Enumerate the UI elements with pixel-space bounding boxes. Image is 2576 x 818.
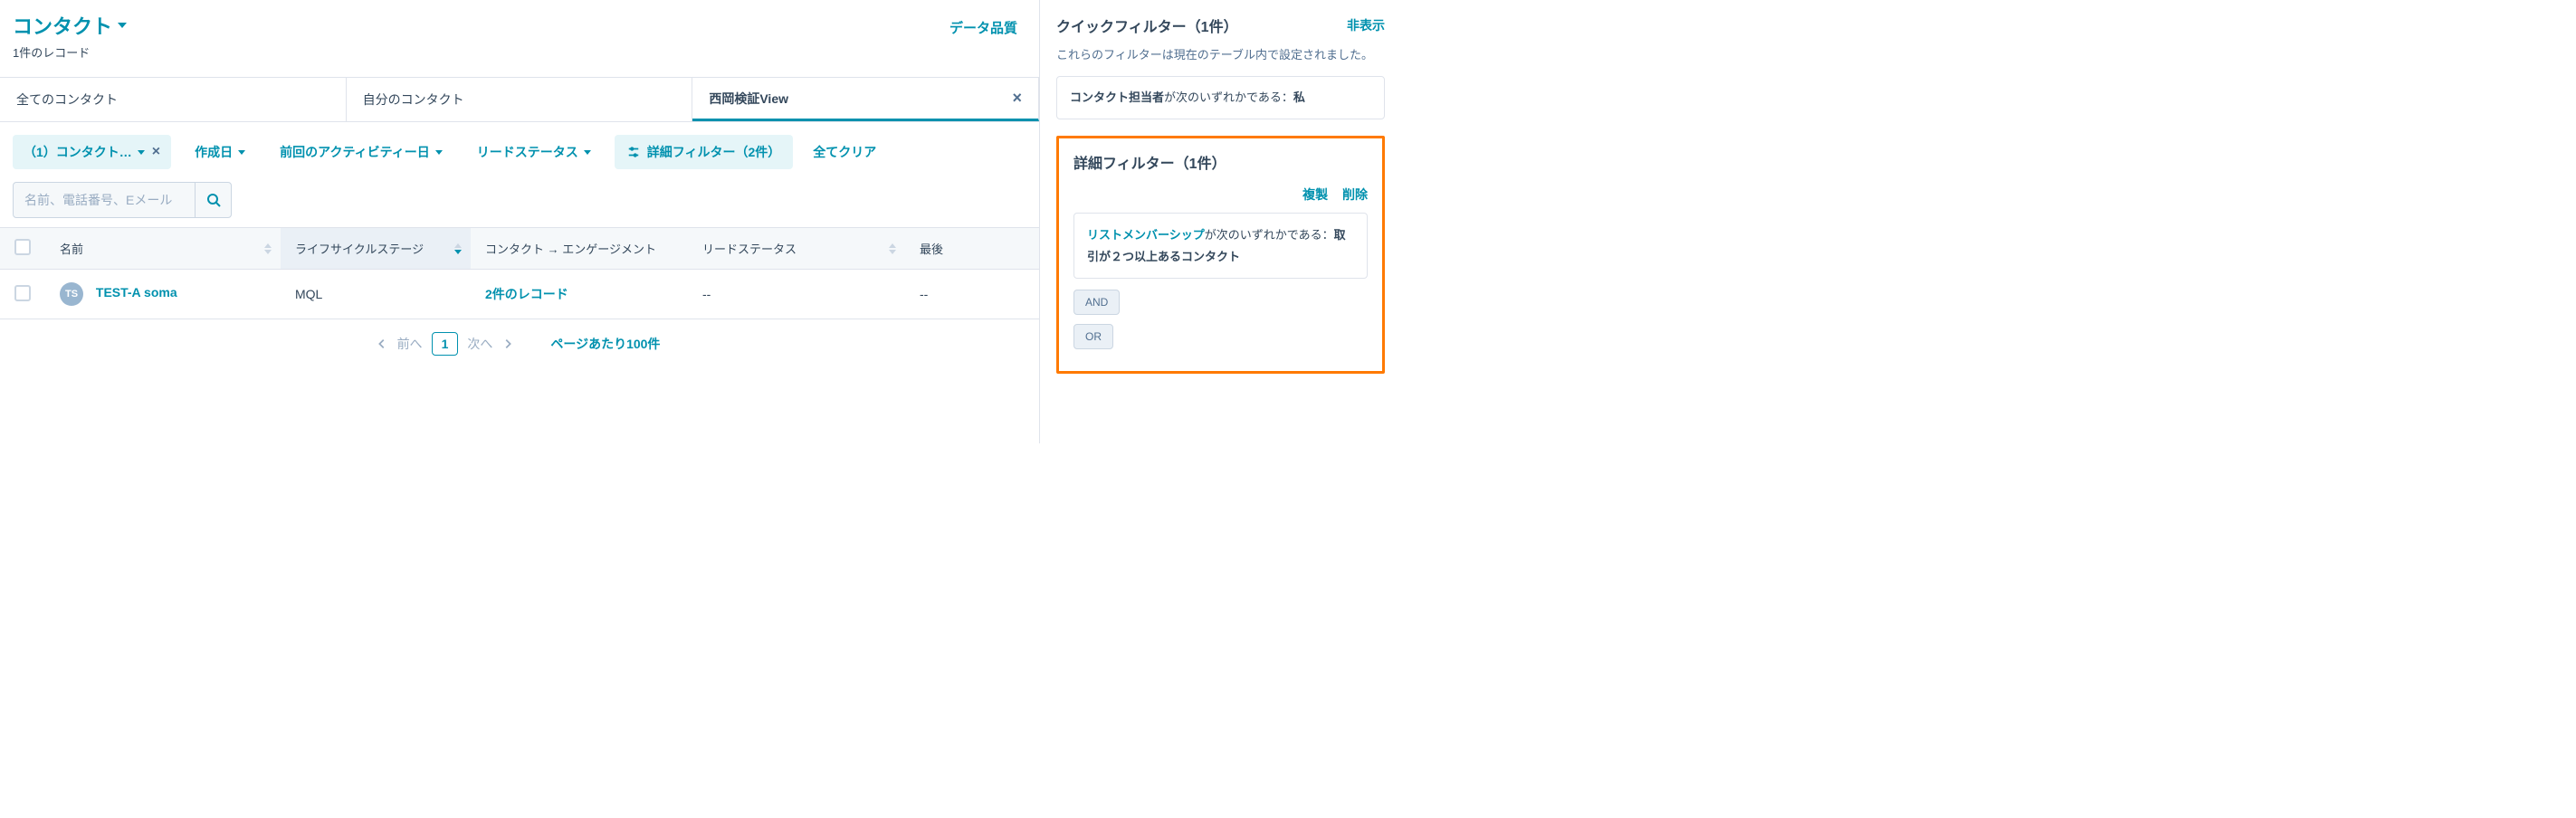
main-panel: コンタクト 1件のレコード データ品質 全てのコンタクト 自分のコンタクト 西岡… xyxy=(0,0,1039,443)
col-lead-status[interactable]: リードステータス xyxy=(688,228,905,270)
pagination: 前へ 1 次へ ページあたり100件 xyxy=(0,319,1039,368)
advanced-filter-button[interactable]: 詳細フィルター（2件） xyxy=(615,135,794,169)
delete-button[interactable]: 削除 xyxy=(1342,187,1368,202)
close-icon[interactable]: × xyxy=(152,144,160,160)
filter-property-link[interactable]: リストメンバーシップ xyxy=(1087,228,1205,242)
filter-side-panel: クイックフィルター（1件） 非表示 これらのフィルターは現在のテーブル内で設定さ… xyxy=(1039,0,1401,443)
contacts-table: 名前 ライフサイクルステージ コンタクト → エンゲージメント リードステータス… xyxy=(0,227,1039,319)
sort-icon xyxy=(264,243,272,254)
filter-property: コンタクト担当者 xyxy=(1070,90,1164,104)
advanced-filter-title: 詳細フィルター（1件） xyxy=(1073,151,1368,173)
filter-bar: （1）コンタクト… × 作成日 前回のアクティビティー日 リードステータス 詳細… xyxy=(0,122,1039,182)
caret-down-icon xyxy=(138,150,145,155)
advanced-filter-section: 詳細フィルター（1件） 複製 削除 リストメンバーシップが次のいずれかである：取… xyxy=(1056,136,1385,374)
header: コンタクト 1件のレコード データ品質 xyxy=(0,0,1039,66)
chevron-right-icon xyxy=(501,338,514,350)
search-button[interactable] xyxy=(195,183,231,217)
caret-down-icon xyxy=(238,150,245,155)
per-page-label: ページあたり100件 xyxy=(550,335,660,353)
tab-label: 自分のコンタクト xyxy=(363,90,464,109)
col-label: リードステータス xyxy=(702,243,797,256)
tab-all-contacts[interactable]: 全てのコンタクト xyxy=(0,78,347,121)
contact-name-link[interactable]: TEST-A soma xyxy=(96,285,177,300)
filter-operator: が次のいずれかである： xyxy=(1205,228,1334,242)
sort-icon xyxy=(454,243,462,254)
col-label: ライフサイクルステージ xyxy=(295,243,424,256)
quick-filter-desc: これらのフィルターは現在のテーブル内で設定されました。 xyxy=(1056,45,1385,65)
quick-filter-title: クイックフィルター（1件） xyxy=(1056,14,1238,36)
caret-down-icon xyxy=(118,23,127,28)
and-button[interactable]: AND xyxy=(1073,290,1120,315)
clear-all-button[interactable]: 全てクリア xyxy=(806,136,883,168)
cell-lifecycle: MQL xyxy=(281,270,471,319)
page-title: コンタクト xyxy=(13,11,112,40)
caret-down-icon xyxy=(584,150,591,155)
record-count: 1件のレコード xyxy=(13,43,127,61)
table-row: TS TEST-A soma MQL 2件のレコード -- -- xyxy=(0,270,1039,319)
avatar: TS xyxy=(60,282,83,306)
page-number[interactable]: 1 xyxy=(432,332,459,356)
select-all-header xyxy=(0,228,45,270)
view-tabs: 全てのコンタクト 自分のコンタクト 西岡検証View × xyxy=(0,77,1039,122)
page-title-dropdown[interactable]: コンタクト xyxy=(13,11,127,40)
tab-label: 西岡検証View xyxy=(709,90,788,108)
col-label: 最後 xyxy=(920,243,943,256)
filter-value: 私 xyxy=(1293,90,1305,104)
caret-down-icon xyxy=(435,150,443,155)
filter-chip-owner[interactable]: （1）コンタクト… × xyxy=(13,135,171,169)
sliders-icon xyxy=(627,146,640,158)
next-button[interactable]: 次へ xyxy=(467,335,492,353)
cell-lead-status: -- xyxy=(688,270,905,319)
hide-button[interactable]: 非表示 xyxy=(1347,16,1385,34)
col-label: コンタクト → エンゲージメント xyxy=(485,243,656,256)
tab-label: 全てのコンタクト xyxy=(16,90,118,109)
sort-icon xyxy=(889,243,896,254)
search-icon xyxy=(206,193,221,207)
chip-label: （1）コンタクト… xyxy=(24,143,132,161)
data-quality-link[interactable]: データ品質 xyxy=(949,11,1026,37)
prev-button[interactable]: 前へ xyxy=(397,335,423,353)
chip-label: リードステータス xyxy=(477,143,578,161)
quick-filter-box[interactable]: コンタクト担当者が次のいずれかである：私 xyxy=(1056,76,1385,119)
col-label: 名前 xyxy=(60,243,83,256)
or-button[interactable]: OR xyxy=(1073,324,1113,349)
next-arrow[interactable] xyxy=(501,338,514,350)
filter-chip-lead-status[interactable]: リードステータス xyxy=(466,135,602,169)
select-all-checkbox[interactable] xyxy=(14,239,31,255)
chip-label: 前回のアクティビティー日 xyxy=(280,143,430,161)
tab-custom-view[interactable]: 西岡検証View × xyxy=(692,78,1039,121)
search-box xyxy=(13,182,232,218)
col-lifecycle[interactable]: ライフサイクルステージ xyxy=(281,228,471,270)
advanced-filter-box[interactable]: リストメンバーシップが次のいずれかである：取引が２つ以上あるコンタクト xyxy=(1073,213,1368,279)
search-input[interactable] xyxy=(14,185,195,214)
engagement-link[interactable]: 2件のレコード xyxy=(485,287,568,301)
clone-button[interactable]: 複製 xyxy=(1302,187,1328,202)
col-last[interactable]: 最後 xyxy=(905,228,1039,270)
adv-filter-label: 詳細フィルター（2件） xyxy=(647,143,781,161)
prev-arrow[interactable] xyxy=(376,338,388,350)
filter-chip-created[interactable]: 作成日 xyxy=(184,135,256,169)
chip-label: 作成日 xyxy=(195,143,233,161)
tab-my-contacts[interactable]: 自分のコンタクト xyxy=(347,78,693,121)
col-name[interactable]: 名前 xyxy=(45,228,281,270)
filter-chip-activity[interactable]: 前回のアクティビティー日 xyxy=(269,135,453,169)
per-page-dropdown[interactable]: ページあたり100件 xyxy=(550,335,663,353)
filter-operator: が次のいずれかである： xyxy=(1164,90,1293,104)
cell-last: -- xyxy=(905,270,1039,319)
col-engagement[interactable]: コンタクト → エンゲージメント xyxy=(471,228,688,270)
chevron-left-icon xyxy=(376,338,388,350)
close-icon[interactable]: × xyxy=(1013,89,1023,108)
row-checkbox[interactable] xyxy=(14,285,31,301)
